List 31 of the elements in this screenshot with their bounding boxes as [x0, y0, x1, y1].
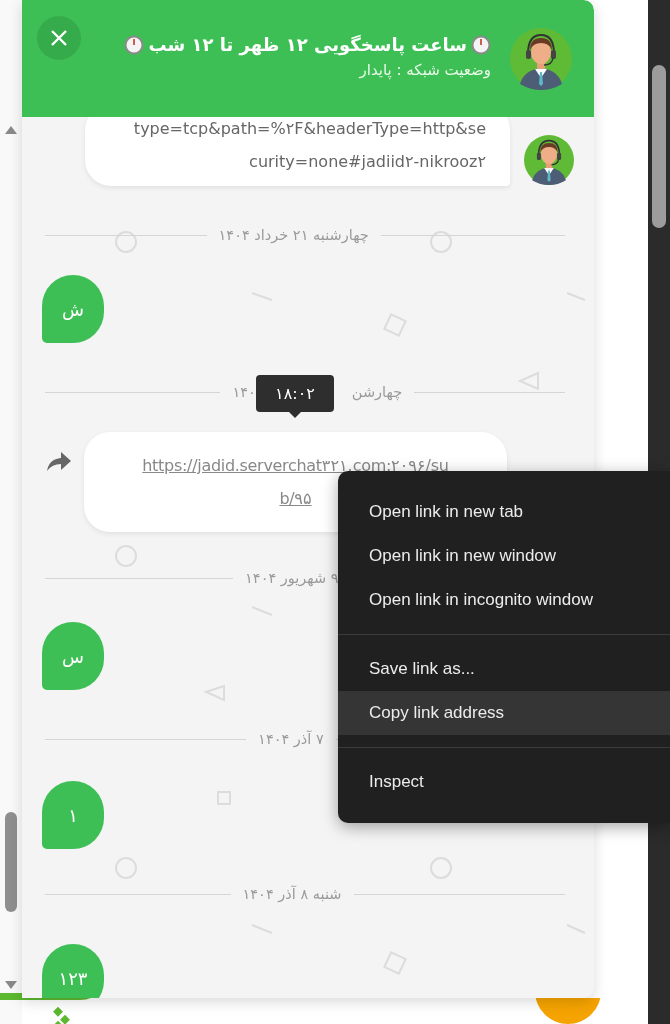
menu-item[interactable]: Open link in incognito window — [338, 578, 670, 622]
date-label: چهارشن — [351, 384, 403, 400]
message-link[interactable]: https://jadid.serverchat۳۲۱.com:۲۰۹۶/su — [142, 456, 449, 475]
scrollbar-thumb[interactable] — [5, 812, 17, 912]
message-bubble: س — [42, 622, 104, 690]
date-label: ۱۴۰ — [232, 384, 256, 400]
message-bubble: ۱ — [42, 781, 104, 849]
menu-item[interactable]: Copy link address — [338, 691, 670, 735]
date-label: شنبه ۸ آذر ۱۴۰۴ — [242, 886, 342, 902]
forward-icon[interactable] — [47, 452, 71, 472]
message-bubble: ۱۲۳ — [42, 944, 104, 998]
close-button[interactable] — [37, 16, 81, 60]
menu-item[interactable]: Open link in new tab — [338, 490, 670, 534]
agent-avatar — [510, 27, 572, 90]
date-label: ۷ آذر ۱۴۰۴ — [258, 731, 324, 747]
menu-item[interactable]: Save link as... — [338, 647, 670, 691]
clock-icon — [124, 34, 145, 55]
menu-item[interactable]: Open link in new window — [338, 534, 670, 578]
message-bubble: ش — [42, 275, 104, 343]
menu-item[interactable]: Inspect — [338, 760, 670, 804]
scrollbar-thumb[interactable] — [652, 65, 666, 228]
network-status: وضعیت شبکه : پایدار — [359, 61, 491, 79]
scroll-up-button[interactable] — [5, 126, 17, 134]
clock-icon — [471, 34, 491, 55]
agent-avatar — [524, 135, 574, 185]
date-label: ۹ شهریور ۱۴۰۴ — [245, 570, 339, 586]
header-title: ساعت پاسخگویی ۱۲ ظهر تا ۱۲ شب — [148, 34, 467, 55]
date-label: چهارشنبه ۲۱ خرداد ۱۴۰۴ — [218, 227, 369, 243]
time-tooltip: ۱۸:۰۲ — [256, 375, 334, 418]
message-link[interactable]: b/۹۵ — [279, 489, 312, 508]
close-icon — [50, 29, 68, 47]
